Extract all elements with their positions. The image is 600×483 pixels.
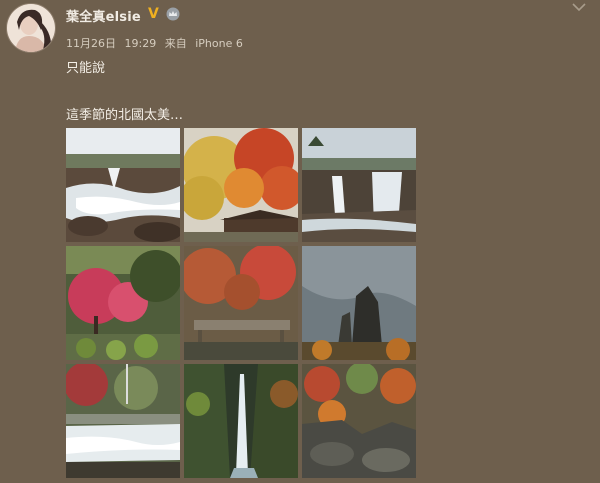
photo-grid bbox=[66, 128, 416, 478]
source-prefix: 来自 bbox=[164, 37, 187, 50]
river-rapids-photo[interactable] bbox=[66, 364, 180, 478]
gorge-waterfall-photo[interactable] bbox=[184, 364, 298, 478]
autumn-trees-photo[interactable] bbox=[184, 128, 298, 242]
post-time: 19:29 bbox=[124, 37, 157, 50]
autumn-bridge-photo[interactable] bbox=[184, 246, 298, 360]
post-meta: 11月26日 19:29 来自 iPhone 6 bbox=[66, 35, 248, 51]
avatar[interactable] bbox=[6, 3, 56, 53]
waterfall-rocks-photo[interactable] bbox=[66, 128, 180, 242]
post-text-line1: 只能說 bbox=[66, 61, 106, 76]
post-device[interactable]: iPhone 6 bbox=[195, 37, 243, 50]
member-crown-icon bbox=[166, 7, 180, 21]
autumn-rocks-photo[interactable] bbox=[302, 364, 416, 478]
author-name[interactable]: 葉全真elsie bbox=[66, 6, 141, 25]
waterfall-cliff-photo[interactable] bbox=[302, 128, 416, 242]
rock-mountain-photo[interactable] bbox=[302, 246, 416, 360]
chevron-down-icon[interactable] bbox=[572, 2, 586, 12]
verified-icon: V bbox=[148, 6, 159, 22]
red-maple-garden-photo[interactable] bbox=[66, 246, 180, 360]
post-text-line2: 這季節的北國太美… bbox=[66, 108, 184, 123]
post-date[interactable]: 11月26日 bbox=[66, 37, 116, 50]
weibo-post: 葉全真elsie V 11月26日 19:29 来自 iPhone 6 只能說 … bbox=[0, 0, 600, 483]
